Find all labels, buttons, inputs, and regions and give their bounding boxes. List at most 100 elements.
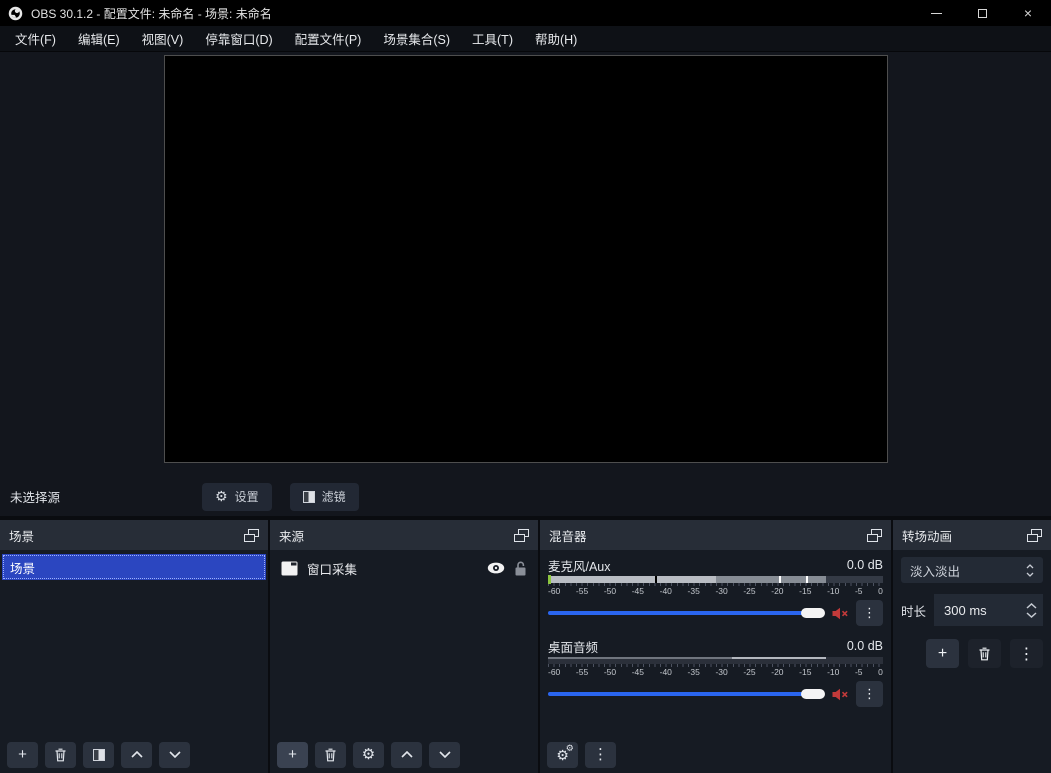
source-properties-button[interactable]: ⚙ [353,742,384,768]
double-gear-icon: ⚙⚙ [556,748,569,762]
menu-edit[interactable]: 编辑(E) [67,26,131,51]
transition-options-button[interactable]: ⋮ [1010,639,1043,668]
duration-spinbox[interactable]: 300 ms [934,594,1043,626]
source-filters-button[interactable]: 滤镜 [290,483,359,511]
menu-scene-collection[interactable]: 场景集合(S) [372,26,461,51]
volume-slider-handle[interactable] [801,608,825,618]
scene-list-item[interactable]: 场景 [2,554,266,580]
advanced-audio-button[interactable]: ⚙⚙ [547,742,578,768]
move-scene-up-button[interactable] [121,742,152,768]
unlock-icon[interactable] [514,561,527,576]
no-source-label: 未选择源 [10,487,60,506]
muted-speaker-icon[interactable] [832,688,849,701]
kebab-dots-icon: ⋮ [863,686,876,702]
scene-filters-button[interactable] [83,742,114,768]
preview-area [0,52,1051,477]
meter-tick-label: 0 [878,586,883,597]
volume-slider[interactable] [548,606,825,620]
popout-icon[interactable] [514,529,529,542]
menu-tools[interactable]: 工具(T) [461,26,524,51]
scenes-header: 场景 [0,520,268,550]
track-options-button[interactable]: ⋮ [856,600,883,626]
menubar: 文件(F) 编辑(E) 视图(V) 停靠窗口(D) 配置文件(P) 场景集合(S… [0,26,1051,52]
add-source-button[interactable]: + [277,742,308,768]
mixer-options-button[interactable]: ⋮ [585,742,616,768]
visibility-eye-icon[interactable] [487,562,505,574]
popout-icon[interactable] [244,529,259,542]
meter-tick-label: -20 [771,667,783,678]
preview-canvas[interactable] [164,55,888,463]
meter-tick-label: 0 [878,667,883,678]
meter-tick-label: -10 [827,667,839,678]
trash-icon [324,748,337,762]
popout-icon[interactable] [1027,529,1042,542]
transitions-body: 淡入淡出 时长 300 ms [893,550,1051,773]
meter-scale: -60-55-50-45-40-35-30-25-20-15-10-50 [548,667,883,678]
add-transition-button[interactable]: + [926,639,959,668]
menu-help[interactable]: 帮助(H) [524,26,588,51]
volume-slider-handle[interactable] [801,689,825,699]
trash-icon [978,647,991,661]
menu-profile[interactable]: 配置文件(P) [284,26,373,51]
mixer-panel: 混音器 麦克风/Aux 0.0 dB [540,520,891,773]
sources-toolbar: + ⚙ [270,736,538,773]
source-properties-button[interactable]: ⚙ 设置 [202,483,272,511]
volume-slider[interactable] [548,687,825,701]
mixer-header: 混音器 [540,520,891,550]
volume-slider-track [548,692,823,696]
gear-icon: ⚙ [362,747,375,762]
move-source-up-button[interactable] [391,742,422,768]
source-item-label: 窗口采集 [307,559,357,578]
spin-up-icon[interactable] [1026,603,1037,609]
move-source-down-button[interactable] [429,742,460,768]
spin-down-icon[interactable] [1026,612,1037,618]
transition-select[interactable]: 淡入淡出 [901,557,1043,583]
mixer-track-mic: 麦克风/Aux 0.0 dB -60-55-50-45-40-35-30-25-… [548,556,883,626]
transition-selected-value: 淡入淡出 [910,561,960,580]
mixer-tracks: 麦克风/Aux 0.0 dB -60-55-50-45-40-35-30-25-… [540,550,891,736]
kebab-dots-icon: ⋮ [863,605,876,621]
maximize-button[interactable] [959,0,1005,26]
meter-tick-label: -35 [688,667,700,678]
meter-tick-label: -25 [743,586,755,597]
remove-scene-button[interactable] [45,742,76,768]
minimize-button[interactable] [913,0,959,26]
meter-tick-label: -10 [827,586,839,597]
duration-label: 时长 [901,601,926,620]
meter-tick-label: -50 [604,667,616,678]
meter-tick-label: -30 [715,586,727,597]
meter-tick-label: -40 [660,667,672,678]
menu-file[interactable]: 文件(F) [4,26,67,51]
meter-tick-label: -20 [771,586,783,597]
chevron-up-icon [401,751,413,758]
meter-tick-label: -5 [855,586,863,597]
kebab-dots-icon: ⋮ [593,747,608,762]
menu-view[interactable]: 视图(V) [131,26,195,51]
track-db-value: 0.0 dB [847,558,883,572]
plus-icon: + [938,645,947,663]
obs-window: OBS 30.1.2 - 配置文件: 未命名 - 场景: 未命名 × 文件(F)… [0,0,1051,773]
meter-tick-label: -60 [548,667,560,678]
move-scene-down-button[interactable] [159,742,190,768]
meter-tick-label: -50 [604,586,616,597]
close-button[interactable]: × [1005,0,1051,26]
muted-speaker-icon[interactable] [832,607,849,620]
window-capture-icon [281,561,298,576]
menu-docks[interactable]: 停靠窗口(D) [194,26,283,51]
duration-value: 300 ms [944,603,987,618]
source-list-item[interactable]: 窗口采集 [270,553,538,583]
popout-icon[interactable] [867,529,882,542]
meter-tick-label: -25 [743,667,755,678]
remove-source-button[interactable] [315,742,346,768]
meter-input-cap [548,575,551,584]
track-options-button[interactable]: ⋮ [856,681,883,707]
sources-title: 来源 [279,526,304,545]
select-arrows-icon [1026,564,1034,577]
source-filters-label: 滤镜 [322,488,346,505]
meter-scale: -60-55-50-45-40-35-30-25-20-15-10-50 [548,586,883,597]
maximize-icon [978,9,987,18]
scenes-panel: 场景 场景 + [0,520,268,773]
remove-transition-button[interactable] [968,639,1001,668]
meter-tick-label: -55 [576,586,588,597]
add-scene-button[interactable]: + [7,742,38,768]
